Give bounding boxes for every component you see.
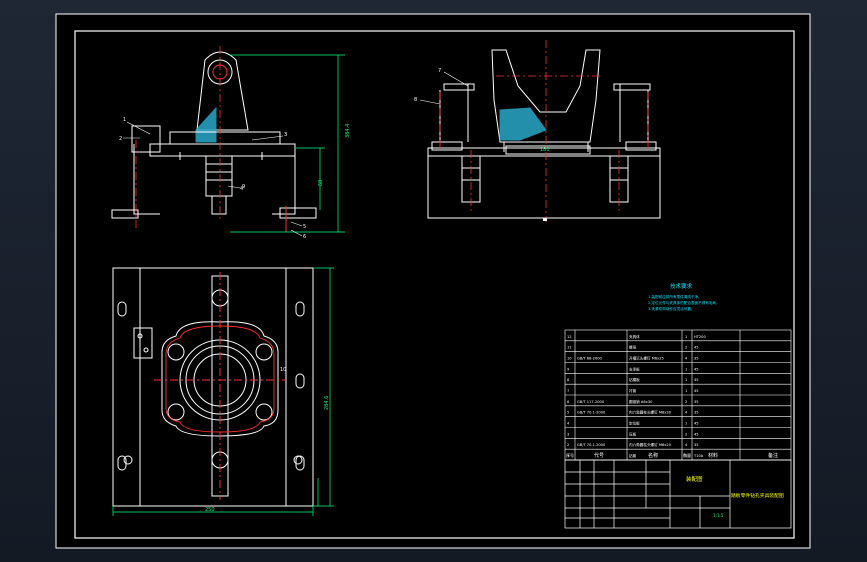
bom-cell-code: GB/T 70.1-2000 [577,443,606,447]
bom-cell-code: GB/T 68-2000 [577,356,603,360]
bom-cell-seq: 7 [567,389,569,393]
drawing-sheet [55,13,811,549]
bom-cell-qty: 1 [685,378,687,382]
bom-cell-material: 35 [694,411,699,415]
header-seq: 序号 [566,452,574,458]
bom-cell-qty: 1 [685,335,687,339]
bom-cell-qty: 1 [685,421,687,425]
header-material: 材料 [708,452,718,459]
bom-cell-seq: 2 [567,443,569,447]
bom-cell-seq: 3 [567,432,569,436]
callout-9: 9 [242,184,245,190]
callout-8: 8 [414,97,417,103]
center-marker [543,218,547,221]
tech-note-3: 3.夹紧机构动作应灵活可靠。 [648,306,695,311]
callout-3: 3 [284,132,287,138]
top-height-dim: 284.6 [324,396,330,410]
bom-cell-code: GB/T 70.1-2000 [577,411,606,415]
bom-cell-material: T10A [693,454,704,458]
top-width-dim: 250 [205,507,215,513]
bom-cell-seq: 10 [567,356,572,360]
front-height-dim: 384.4 [345,124,351,138]
tech-title: 技术要求 [670,282,693,290]
tech-note-2: 2.定位元件与夹具体的配合表面不得有毛刺。 [648,300,720,305]
callout-7: 7 [438,68,441,74]
bom-cell-name: 圆锥销 A6x30 [629,399,653,404]
bom-cell-qty: 2 [685,346,687,350]
bom-cell-name: 螺母 [629,345,637,350]
bom-cell-material: 45 [694,346,699,350]
bom-cell-name: 衬套 [629,388,637,393]
bom-cell-name: 内六角圆柱头螺钉 M8x30 [629,410,672,415]
bom-cell-qty: 1 [685,367,687,371]
drawing-type: 装配图 [686,475,703,483]
header-qty: 数量 [683,452,691,458]
callout-6: 6 [303,234,306,240]
bom-cell-name: 开槽沉头螺钉 M6x25 [629,355,664,360]
bom-cell-material: 45 [694,432,699,436]
header-remark: 备注 [768,452,778,459]
bom-cell-name: 定位板 [629,420,640,425]
bom-cell-seq: 11 [567,346,572,350]
bom-cell-name: 支承板 [629,366,640,371]
bom-cell-name: 内六角圆柱头螺钉 M6x20 [629,442,672,447]
bom-cell-qty: 1 [685,389,687,393]
callout-2: 2 [119,136,122,142]
bom-cell-material: 45 [694,421,699,425]
bom-cell-material: 35 [694,356,699,360]
bom-cell-name: 压板 [629,431,637,436]
drawing-name: 踏板零件钻孔夹具装配图 [731,492,784,499]
bom-cell-qty: 2 [685,432,687,436]
callout-10: 10 [280,367,286,373]
assembly-drawing: 384.4 60 1 2 3 4 5 6 7 8 180 250 284.6 9… [55,13,811,549]
bom-cell-name: 夹具体 [629,334,640,339]
cad-viewport[interactable]: 384.4 60 1 2 3 4 5 6 7 8 180 250 284.6 9… [0,0,867,562]
tech-note-1: 1.装配前应将所有零件清洗干净。 [648,294,702,299]
bom-cell-material: HT200 [694,335,706,339]
bom-cell-material: 45 [694,389,699,393]
callout-5: 5 [303,224,306,230]
bom-cell-material: 35 [694,400,699,404]
bom-cell-seq: 5 [567,411,569,415]
bom-cell-seq: 12 [567,335,572,339]
bom-cell-code: GB/T 117-2000 [577,400,605,404]
drawing-scale: 1:1.5 [713,513,724,518]
side-width-dim: 180 [540,147,550,153]
header-code: 代号 [594,452,604,459]
bom-cell-material: 45 [694,367,699,371]
bom-cell-qty: 2 [685,400,687,404]
bom-cell-name: 钻模板 [629,377,640,382]
front-small-dim: 60 [318,180,324,186]
bom-cell-material: 35 [694,443,699,447]
header-name: 名称 [648,452,658,459]
bom-cell-name: 钻套 [629,453,637,458]
callout-1: 1 [123,117,126,123]
bom-cell-material: 45 [694,378,699,382]
